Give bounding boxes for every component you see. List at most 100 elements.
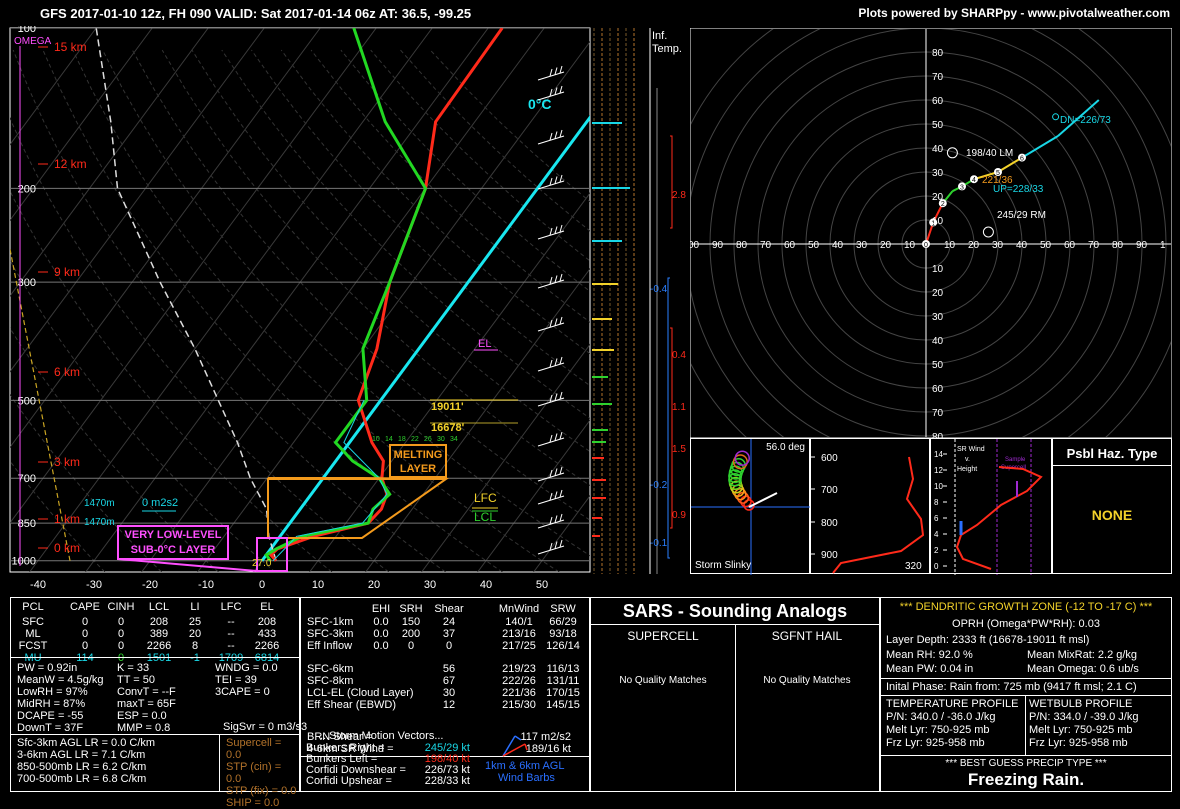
isotherm-line	[10, 28, 97, 146]
sr-wind-profile	[955, 466, 1043, 570]
index-value: TT = 50	[117, 674, 156, 686]
hodo-km-label: 4	[972, 177, 976, 184]
hodo-km-label: 3	[960, 184, 964, 191]
wind-barb-flag	[549, 434, 553, 443]
barbs-label-2: Wind Barbs	[498, 772, 555, 784]
wetbulb-frz: Frz Lyr: 925-958 mb	[1029, 737, 1128, 749]
temp-tick-label: -40	[30, 579, 46, 591]
isotherm-line	[10, 28, 321, 449]
theta-pressure-label: 800	[821, 518, 838, 529]
kinematic-cell: 126/14	[546, 640, 580, 652]
hodo-x-label-left: 40	[832, 240, 844, 251]
hodo-x-label-right: 50	[1040, 240, 1052, 251]
parcel-cell: ML	[25, 628, 41, 640]
hodo-ring-label-down: 30	[932, 312, 944, 323]
index-value: 3CAPE = 0	[215, 686, 270, 698]
temp-tick-label: 10	[312, 579, 324, 591]
sr-height-tick: 2	[934, 546, 939, 555]
parcel-cell: 433	[257, 628, 277, 640]
stp-value: STP (fix) = 0.0	[226, 785, 297, 797]
wind-barb-flag	[559, 489, 563, 498]
parcel-cell: 0	[81, 628, 89, 640]
index-value: WNDG = 0.0	[215, 662, 278, 674]
height-label: 12 km	[54, 157, 87, 171]
parcel-cell: 208	[149, 616, 169, 628]
kinematic-cell: 30	[442, 687, 456, 699]
dewpoint-profile	[264, 28, 428, 562]
parcel-header: PCL	[22, 601, 44, 613]
sr-height-tick: 10	[934, 482, 943, 491]
skewt-frame	[9, 27, 591, 573]
wind-barb-flag	[559, 65, 563, 74]
wind-barb-flag	[549, 359, 553, 368]
dgz-bottom-label: 16678'	[431, 422, 465, 434]
mixing-ratio-tick: 22	[411, 436, 419, 443]
sars-panel: SARS - Sounding Analogs SUPERCELL SGFNT …	[590, 597, 880, 792]
downshear-marker	[1052, 113, 1060, 121]
kinematic-cell: 219/23	[502, 663, 536, 675]
el-label: EL	[478, 338, 491, 350]
wind-barb-flag	[559, 316, 563, 325]
parcel-cell: 389	[149, 628, 169, 640]
height-1470-label-b: 1470m	[84, 517, 115, 528]
height-label: 1 km	[54, 512, 80, 526]
temp-tick-label: 0	[259, 579, 265, 591]
hodo-up-label: UP=228/33	[993, 184, 1044, 195]
kinematic-cell: 222/26	[502, 675, 536, 687]
index-value: ESP = 0.0	[117, 710, 167, 722]
wetbulb-pn: P/N: 334.0 / -39.0 J/kg	[1029, 711, 1139, 723]
stp-value: Supercell = 0.0	[226, 737, 282, 761]
index-value: ConvT = --F	[117, 686, 176, 698]
isotherm-line	[85, 28, 489, 572]
parcel-header: EL	[260, 601, 274, 613]
hodo-x-label-left: 50	[808, 240, 820, 251]
dry-adiabat	[10, 394, 162, 572]
wind-barb-flag	[559, 356, 563, 365]
sr-height-tick: 6	[934, 514, 939, 523]
hodo-ring-label-up: 40	[932, 144, 944, 155]
index-value: TEI = 39	[215, 674, 257, 686]
kinematic-cell: 140/1	[505, 616, 533, 628]
header-credit: Plots powered by SHARPpy - www.pivotalwe…	[858, 6, 1170, 20]
parcel-cell: SFC	[22, 616, 44, 628]
dgz-mixrat: Mean MixRat: 2.2 g/kg	[1027, 649, 1138, 661]
hodo-ring-label-down: 10	[932, 264, 944, 275]
hodo-km-label: 0	[924, 242, 928, 249]
hodo-x-label-left: 90	[712, 240, 724, 251]
wind-barb-flag	[559, 466, 563, 475]
hodo-x-label-right: 20	[968, 240, 980, 251]
inflection-value: 1.1	[672, 402, 686, 413]
omega-label: OMEGA	[14, 36, 52, 47]
hodo-x-label-right: 80	[1112, 240, 1124, 251]
isotherm-line	[10, 28, 265, 373]
hazard-title: Psbl Haz. Type	[1066, 446, 1158, 461]
wind-barb-flag	[549, 68, 553, 77]
hodo-ring-label-up: 30	[932, 168, 944, 179]
index-value: MeanW = 4.5g/kg	[17, 674, 104, 686]
isotherm-line	[10, 28, 209, 297]
parcel-cell: FCST	[18, 640, 48, 652]
lapse-rate: 3-6km AGL LR = 7.1 C/km	[17, 749, 146, 761]
melting-layer-label-1: MELTING	[394, 449, 443, 461]
sr-title-3: Height	[957, 466, 977, 473]
hodo-x-label-right: 1	[1160, 240, 1166, 251]
inflection-value: -0.1	[650, 538, 668, 549]
kinematic-cell: Eff Shear (EBWD)	[307, 699, 397, 711]
height-label: 6 km	[54, 365, 80, 379]
hodo-x-label-left: 70	[760, 240, 772, 251]
kinematic-cell: 215/30	[502, 699, 536, 711]
dgz-pw: Mean PW: 0.04 in	[886, 663, 974, 675]
hodo-x-label-left: 30	[856, 240, 868, 251]
hodo-x-label-right: 30	[992, 240, 1004, 251]
theta-pressure-label: 600	[821, 453, 838, 464]
isotherm-line	[10, 28, 377, 524]
kinematic-cell: 37	[442, 628, 456, 640]
inflection-value: 2.8	[672, 190, 686, 201]
hodo-rm-label: 245/29 RM	[997, 210, 1046, 221]
index-value: MidRH = 87%	[17, 698, 86, 710]
motion-value: 228/33 kt	[424, 775, 470, 787]
index-value: LowRH = 97%	[17, 686, 88, 698]
dry-adiabat	[10, 327, 219, 572]
kinematic-cell: 0	[445, 640, 453, 652]
dry-adiabat	[10, 259, 276, 572]
